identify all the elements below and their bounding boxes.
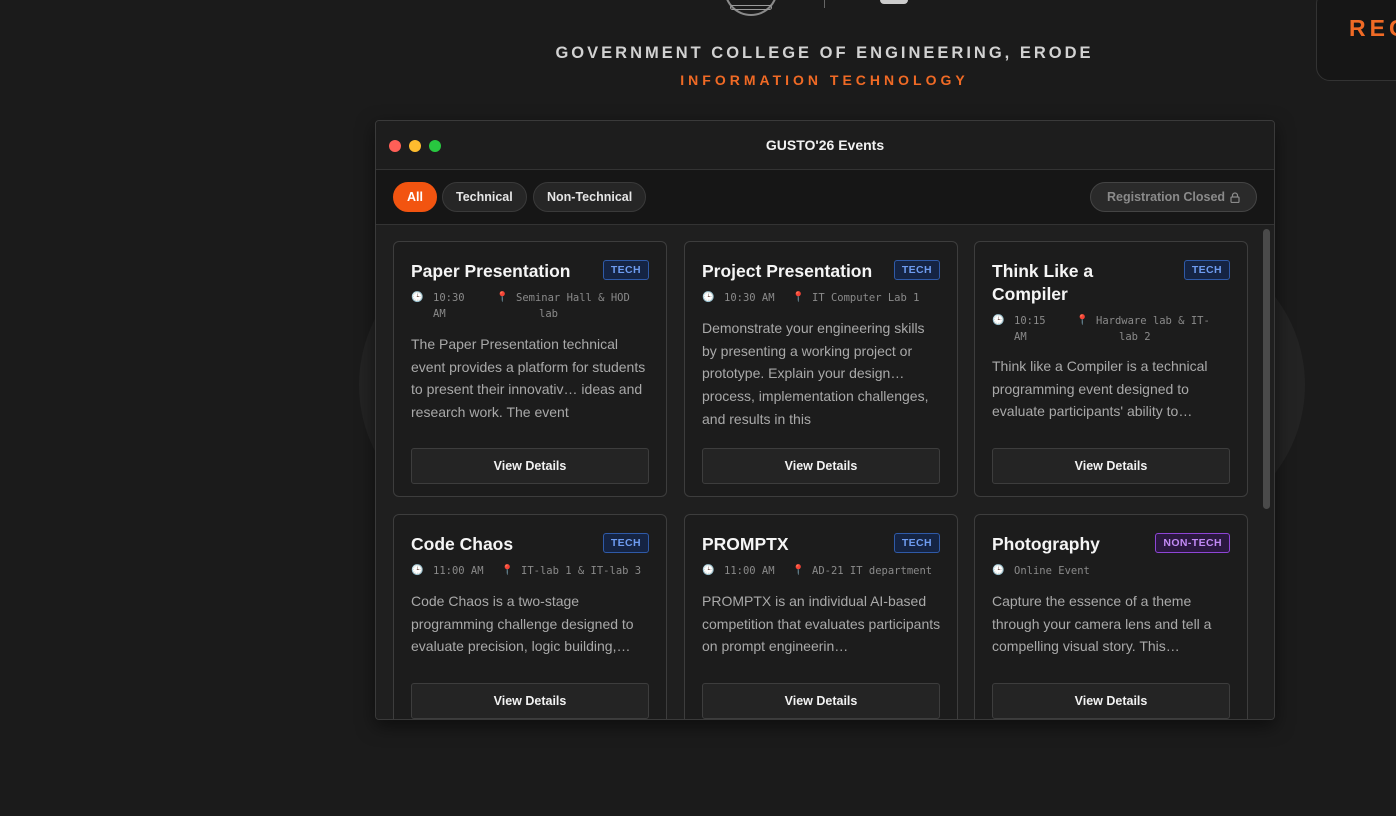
register-label: REG bbox=[1349, 15, 1396, 41]
event-location: IT-lab 1 & IT-lab 3 bbox=[521, 565, 642, 577]
event-description: PROMPTX is an individual AI-based compet… bbox=[702, 593, 941, 655]
event-title: Code Chaos bbox=[411, 534, 514, 554]
location-pin-icon: 📍 bbox=[792, 292, 805, 303]
events-grid: Paper Presentation TECH 🕒 10:30 AM 📍 Sem… bbox=[376, 225, 1274, 719]
window-title: GUSTO'26 Events bbox=[765, 137, 885, 153]
event-time: 11:00 AM bbox=[433, 565, 484, 577]
filter-bar: All Technical Non-Technical Registration… bbox=[376, 170, 1274, 225]
event-card: Think Like a Compiler TECH 🕒 10:15 AM 📍 … bbox=[974, 241, 1248, 497]
event-badge: NON-TECH bbox=[1155, 533, 1230, 553]
event-description: The Paper Presentation technical event p… bbox=[411, 336, 646, 421]
event-badge: TECH bbox=[602, 260, 649, 280]
event-card: PROMPTX TECH 🕒 11:00 AM 📍 AD-21 IT depar… bbox=[684, 514, 958, 719]
scrollbar[interactable] bbox=[1263, 229, 1270, 509]
event-card: Code Chaos TECH 🕒 11:00 AM 📍 IT-lab 1 & … bbox=[393, 514, 667, 719]
lock-icon bbox=[1230, 192, 1240, 203]
view-details-button[interactable]: View Details bbox=[702, 683, 940, 719]
register-card[interactable]: REG bbox=[1316, 0, 1396, 81]
filter-non-technical-button[interactable]: Non-Technical bbox=[533, 182, 647, 212]
event-location: Hardware lab & IT- lab 2 bbox=[1096, 315, 1210, 343]
clock-icon: 🕒 bbox=[702, 565, 715, 576]
college-seal-logo bbox=[724, 0, 778, 16]
event-time: 10:30 AM bbox=[433, 292, 465, 320]
filter-all-button[interactable]: All bbox=[393, 182, 437, 212]
view-details-button[interactable]: View Details bbox=[411, 448, 649, 484]
location-pin-icon: 📍 bbox=[496, 292, 509, 303]
location-pin-icon: 📍 bbox=[501, 565, 514, 576]
event-title: PROMPTX bbox=[702, 534, 789, 554]
event-location: Seminar Hall & HOD lab bbox=[516, 292, 630, 320]
filter-technical-button[interactable]: Technical bbox=[442, 182, 527, 212]
event-description: Demonstrate your engineering skills by p… bbox=[702, 320, 929, 424]
event-card: Paper Presentation TECH 🕒 10:30 AM 📍 Sem… bbox=[393, 241, 667, 497]
location-pin-icon: 📍 bbox=[792, 565, 805, 576]
event-location: AD-21 IT department bbox=[812, 565, 933, 577]
view-details-button[interactable]: View Details bbox=[702, 448, 940, 484]
clock-icon: 🕒 bbox=[992, 565, 1005, 576]
view-details-button[interactable]: View Details bbox=[992, 448, 1230, 484]
registration-status-label: Registration Closed bbox=[1107, 190, 1226, 204]
registration-status-button[interactable]: Registration Closed bbox=[1090, 182, 1257, 212]
event-card: Photography NON-TECH 🕒 Online Event Capt… bbox=[974, 514, 1248, 719]
event-title: Paper Presentation bbox=[411, 261, 571, 281]
clock-icon: 🕒 bbox=[411, 292, 424, 303]
event-time: 10:30 AM bbox=[724, 292, 775, 304]
event-title: Think Like a Compiler bbox=[992, 261, 1094, 304]
event-badge: TECH bbox=[1183, 260, 1230, 280]
logo-divider bbox=[824, 0, 825, 8]
view-details-button[interactable]: View Details bbox=[992, 683, 1230, 719]
event-time: 11:00 AM bbox=[724, 565, 775, 577]
window-titlebar: GUSTO'26 Events bbox=[376, 121, 1274, 170]
page: GOVERNMENT COLLEGE OF ENGINEERING, ERODE… bbox=[0, 0, 1396, 816]
college-name: GOVERNMENT COLLEGE OF ENGINEERING, ERODE bbox=[555, 44, 1094, 62]
event-badge: TECH bbox=[893, 260, 940, 280]
clock-icon: 🕒 bbox=[411, 565, 424, 576]
clock-icon: 🕒 bbox=[992, 315, 1005, 326]
event-description: Capture the essence of a theme through y… bbox=[992, 593, 1212, 655]
department-logo bbox=[880, 0, 908, 4]
event-location: IT Computer Lab 1 bbox=[812, 292, 920, 304]
event-title: Photography bbox=[992, 534, 1100, 554]
event-description: Code Chaos is a two-stage programming ch… bbox=[411, 593, 634, 655]
view-details-button[interactable]: View Details bbox=[411, 683, 649, 719]
event-time: 10:15 AM bbox=[1014, 315, 1046, 343]
event-badge: TECH bbox=[893, 533, 940, 553]
location-pin-icon: 📍 bbox=[1076, 315, 1089, 326]
event-card: Project Presentation TECH 🕒 10:30 AM 📍 I… bbox=[684, 241, 958, 497]
event-time: Online Event bbox=[1014, 565, 1090, 577]
department-name: INFORMATION TECHNOLOGY bbox=[680, 72, 969, 88]
event-description: Think like a Compiler is a technical pro… bbox=[992, 358, 1208, 420]
event-title: Project Presentation bbox=[702, 261, 873, 281]
event-badge: TECH bbox=[602, 533, 649, 553]
events-window: GUSTO'26 Events All Technical Non-Techni… bbox=[375, 120, 1275, 720]
clock-icon: 🕒 bbox=[702, 292, 715, 303]
